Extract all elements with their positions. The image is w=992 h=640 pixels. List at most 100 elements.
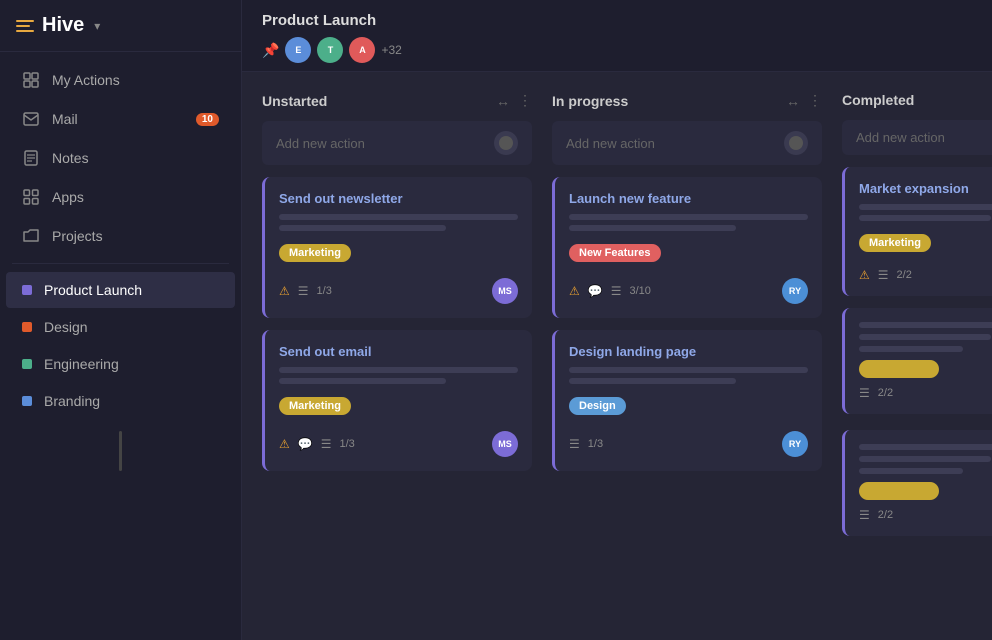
sidebar-item-product-launch[interactable]: Product Launch — [6, 272, 235, 308]
task-count: 1/3 — [588, 438, 603, 450]
sidebar-divider — [12, 263, 229, 264]
card-line — [859, 334, 991, 340]
avatar-a: A — [349, 37, 375, 63]
branding-label: Branding — [44, 393, 219, 409]
my-actions-icon — [22, 71, 40, 89]
card-completed-3[interactable]: ☰ 2/2 — [842, 430, 992, 536]
add-avatar-icon — [789, 136, 803, 150]
add-action-completed-label: Add new action — [856, 130, 945, 145]
card-email-tag: Marketing — [279, 397, 351, 415]
sidebar-item-projects[interactable]: Projects — [6, 217, 235, 255]
sidebar-item-engineering[interactable]: Engineering — [6, 346, 235, 382]
sidebar-header: Hive ▾ — [0, 0, 241, 52]
card-newsletter-tag: Marketing — [279, 244, 351, 262]
engineering-label: Engineering — [44, 356, 219, 372]
projects-label: Projects — [52, 228, 219, 244]
sidebar-item-branding[interactable]: Branding — [6, 383, 235, 419]
main-header: Product Launch 📌 E T A +32 — [242, 0, 992, 72]
column-in-progress-title: In progress — [552, 93, 778, 109]
card-line — [569, 214, 808, 220]
card-line — [859, 456, 991, 462]
apps-icon — [22, 188, 40, 206]
card-line — [859, 204, 992, 210]
avatar-ry: RY — [782, 431, 808, 457]
task-count: 3/10 — [629, 285, 650, 297]
mail-badge: 10 — [196, 113, 219, 126]
card-email-title: Send out email — [279, 344, 518, 359]
card-landing-page-tag: Design — [569, 397, 626, 415]
task-list-icon: ☰ — [878, 268, 889, 282]
add-action-unstarted-label: Add new action — [276, 136, 365, 151]
design-dot — [22, 322, 32, 332]
card-landing-page-footer: ☰ 1/3 RY — [569, 431, 808, 457]
task-count: 1/3 — [317, 285, 332, 297]
comment-icon: 💬 — [298, 437, 313, 451]
task-list-icon: ☰ — [321, 437, 332, 451]
column-completed-header: Completed — [842, 92, 992, 108]
card-email-footer: ⚠ 💬 ☰ 1/3 MS — [279, 431, 518, 457]
engineering-dot — [22, 359, 32, 369]
column-resize-icon[interactable]: ↔ — [496, 93, 510, 109]
add-action-in-progress[interactable]: Add new action — [552, 121, 822, 165]
card-launch-feature-footer: ⚠ 💬 ☰ 3/10 RY — [569, 278, 808, 304]
yellow-tag-bar-2 — [859, 482, 939, 500]
task-count: 1/3 — [339, 438, 354, 450]
card-newsletter-title: Send out newsletter — [279, 191, 518, 206]
title-dropdown-icon[interactable]: ▾ — [94, 19, 100, 33]
page-title: Product Launch — [262, 12, 972, 29]
my-actions-label: My Actions — [52, 72, 219, 88]
yellow-tag-bar — [859, 360, 939, 378]
card-line — [859, 322, 992, 328]
column-unstarted-header: Unstarted ↔ ⋮ — [262, 92, 532, 109]
hamburger-icon[interactable] — [16, 20, 34, 32]
card-market-expansion-footer: ⚠ ☰ 2/2 — [859, 268, 992, 282]
card-newsletter-footer: ⚠ ☰ 1/3 MS — [279, 278, 518, 304]
projects-icon — [22, 227, 40, 245]
notes-icon — [22, 149, 40, 167]
mail-icon — [22, 110, 40, 128]
column-in-progress: In progress ↔ ⋮ Add new action Launch ne… — [552, 92, 822, 620]
card-landing-page[interactable]: Design landing page Design ☰ 1/3 RY — [552, 330, 822, 471]
card-market-expansion-title: Market expansion — [859, 181, 992, 196]
product-launch-dot — [22, 285, 32, 295]
sidebar-item-notes[interactable]: Notes — [6, 139, 235, 177]
add-avatar-in-progress — [784, 131, 808, 155]
task-list-icon: ☰ — [859, 508, 870, 522]
column-menu-icon[interactable]: ⋮ — [808, 92, 822, 109]
header-avatars: 📌 E T A +32 — [262, 37, 972, 63]
sidebar-item-apps[interactable]: Apps — [6, 178, 235, 216]
add-avatar-unstarted — [494, 131, 518, 155]
add-action-unstarted[interactable]: Add new action — [262, 121, 532, 165]
card-launch-feature[interactable]: Launch new feature New Features ⚠ 💬 ☰ 3/… — [552, 177, 822, 318]
column-resize-icon[interactable]: ↔ — [786, 93, 800, 109]
card-email[interactable]: Send out email Marketing ⚠ 💬 ☰ 1/3 MS — [262, 330, 532, 471]
kanban-board: Unstarted ↔ ⋮ Add new action Send out ne… — [242, 72, 992, 640]
card-line — [279, 367, 518, 373]
card-completed-2[interactable]: ☰ 2/2 — [842, 308, 992, 414]
card-line — [279, 225, 446, 231]
app-title: Hive — [42, 14, 84, 37]
card-newsletter[interactable]: Send out newsletter Marketing ⚠ ☰ 1/3 MS — [262, 177, 532, 318]
task-count-3: 2/2 — [878, 509, 893, 521]
card-line — [279, 214, 518, 220]
task-list-icon: ☰ — [569, 437, 580, 451]
card-line — [569, 225, 736, 231]
column-menu-icon[interactable]: ⋮ — [518, 92, 532, 109]
sidebar: Hive ▾ My Actions Mai — [0, 0, 242, 640]
card-market-expansion[interactable]: Market expansion Marketing ⚠ ☰ 2/2 — [842, 167, 992, 296]
card-line — [859, 215, 991, 221]
task-list-icon: ☰ — [859, 386, 870, 400]
column-in-progress-header: In progress ↔ ⋮ — [552, 92, 822, 109]
design-label: Design — [44, 319, 219, 335]
avatar-ry: RY — [782, 278, 808, 304]
add-action-completed[interactable]: Add new action — [842, 120, 992, 155]
sidebar-item-mail[interactable]: Mail 10 — [6, 100, 235, 138]
sidebar-item-my-actions[interactable]: My Actions — [6, 61, 235, 99]
add-avatar-icon — [499, 136, 513, 150]
pin-icon: 📌 — [262, 42, 279, 59]
avatar-e: E — [285, 37, 311, 63]
comment-icon: 💬 — [588, 284, 603, 298]
sidebar-item-design[interactable]: Design — [6, 309, 235, 345]
card-line — [859, 346, 963, 352]
column-completed-title: Completed — [842, 92, 992, 108]
